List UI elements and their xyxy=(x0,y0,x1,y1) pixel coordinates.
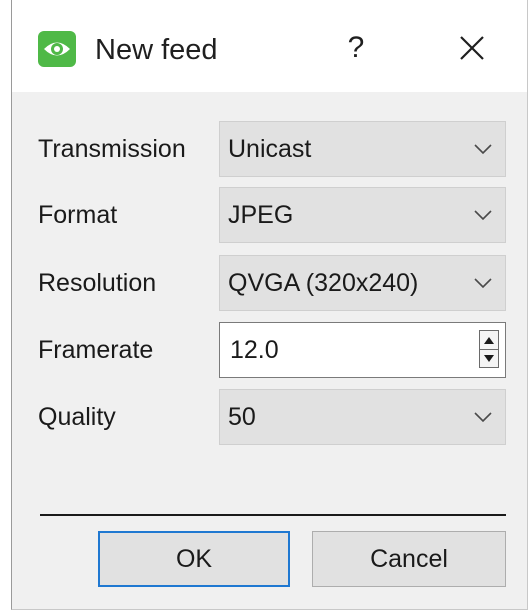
quality-row: Quality 50 xyxy=(12,389,527,445)
resolution-label: Resolution xyxy=(38,269,157,297)
format-value: JPEG xyxy=(228,201,294,229)
increment-button[interactable] xyxy=(480,331,498,350)
resolution-value: QVGA (320x240) xyxy=(228,269,419,297)
triangle-up-icon xyxy=(484,336,494,344)
framerate-spinbox[interactable]: 12.0 xyxy=(219,322,506,378)
format-row: Format JPEG xyxy=(12,187,527,243)
close-icon xyxy=(460,36,484,60)
framerate-stepper xyxy=(479,330,499,368)
quality-select[interactable]: 50 xyxy=(219,389,506,445)
title-bar[interactable]: New feed ? xyxy=(12,0,527,92)
framerate-label: Framerate xyxy=(38,336,154,364)
framerate-row: Framerate 12.0 xyxy=(12,322,527,378)
resolution-select[interactable]: QVGA (320x240) xyxy=(219,255,506,311)
eye-icon xyxy=(38,31,76,67)
chevron-down-icon xyxy=(474,144,492,155)
quality-label: Quality xyxy=(38,403,116,431)
transmission-label: Transmission xyxy=(38,135,186,163)
help-button[interactable]: ? xyxy=(332,22,380,74)
close-button[interactable] xyxy=(442,22,502,74)
ok-button[interactable]: OK xyxy=(98,531,290,587)
new-feed-dialog: New feed ? Transmission Unicast Format J… xyxy=(11,0,528,610)
chevron-down-icon xyxy=(474,412,492,423)
framerate-value[interactable]: 12.0 xyxy=(230,323,279,377)
decrement-button[interactable] xyxy=(480,349,498,367)
triangle-down-icon xyxy=(484,354,494,362)
transmission-select[interactable]: Unicast xyxy=(219,121,506,177)
chevron-down-icon xyxy=(474,210,492,221)
transmission-value: Unicast xyxy=(228,135,312,163)
transmission-row: Transmission Unicast xyxy=(12,121,527,177)
resolution-row: Resolution QVGA (320x240) xyxy=(12,255,527,311)
chevron-down-icon xyxy=(474,278,492,289)
separator xyxy=(40,514,506,516)
window-title: New feed xyxy=(95,34,218,66)
format-select[interactable]: JPEG xyxy=(219,187,506,243)
quality-value: 50 xyxy=(228,403,256,431)
format-label: Format xyxy=(38,201,118,229)
cancel-button[interactable]: Cancel xyxy=(312,531,506,587)
